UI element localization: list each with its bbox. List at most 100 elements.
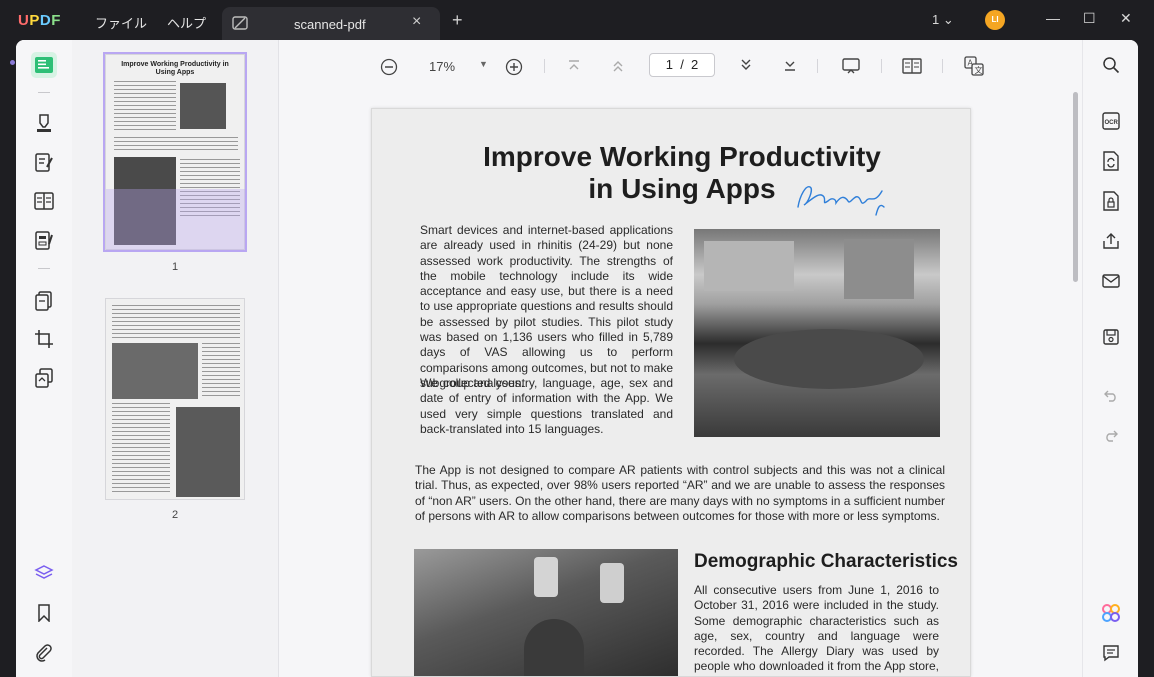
presentation-icon[interactable]	[842, 58, 860, 74]
share-button[interactable]	[1100, 230, 1122, 252]
mail-icon	[1102, 274, 1120, 288]
tab-title: scanned-pdf	[294, 17, 366, 32]
menu-file[interactable]: ファイル	[95, 13, 147, 32]
maximize-button[interactable]: ☐	[1083, 10, 1096, 27]
thumbnail-selection-overlay	[106, 189, 246, 251]
right-tool-rail: OCR	[1082, 40, 1138, 677]
body-paragraph: All consecutive users from June 1, 2016 …	[694, 583, 939, 676]
scanned-doc-icon	[232, 16, 248, 30]
save-icon	[1103, 329, 1119, 345]
first-page-icon[interactable]	[567, 59, 581, 73]
ai-assistant-button[interactable]	[1100, 602, 1122, 624]
redo-icon	[1106, 430, 1118, 442]
comment-icon	[1103, 645, 1119, 662]
lock-document-icon	[1103, 191, 1119, 211]
photo-shelf-detail	[844, 239, 914, 299]
svg-text:A: A	[968, 59, 974, 68]
menu-help[interactable]: ヘルプ	[167, 13, 206, 32]
thumbnail-text-block	[114, 137, 238, 151]
page-thumbnail-1[interactable]: Improve Working Productivity in Using Ap…	[103, 52, 247, 252]
thumbnail-photo	[180, 83, 226, 129]
thumbnail-text-block	[202, 343, 240, 397]
updf-logo: UPDF	[18, 12, 61, 29]
chevron-down-icon: ⌄	[942, 12, 954, 27]
svg-text:OCR: OCR	[1105, 120, 1119, 126]
page-number-input[interactable]: 1 / 2	[649, 53, 715, 77]
tab-close-icon[interactable]: ×	[412, 13, 421, 31]
convert-icon	[1103, 151, 1119, 171]
next-page-icon[interactable]	[739, 58, 753, 72]
zoom-in-icon[interactable]	[505, 58, 523, 76]
redo-button[interactable]	[1100, 424, 1122, 446]
document-tab[interactable]: scanned-pdf ×	[222, 7, 440, 41]
edit-pdf-button[interactable]	[31, 150, 57, 176]
undo-button[interactable]	[1100, 384, 1122, 406]
avatar[interactable]: LI	[985, 10, 1005, 30]
toolbar-divider	[942, 59, 943, 73]
viewer-toolbar: 17% ▼ 1 / 2 A文	[279, 40, 1082, 92]
bookmark-icon	[38, 604, 50, 622]
save-button[interactable]	[1100, 326, 1122, 348]
zoom-out-icon[interactable]	[380, 58, 398, 76]
worker-photo	[414, 549, 678, 676]
body-paragraph: Smart devices and internet-based applica…	[420, 223, 673, 390]
comment-tool-button[interactable]	[31, 110, 57, 136]
thumbnail-text-block	[114, 81, 176, 131]
form-icon	[35, 231, 53, 250]
thumbnail-text-block	[112, 403, 170, 495]
ocr-button[interactable]: OCR	[1100, 110, 1122, 132]
translate-icon[interactable]: A文	[964, 56, 984, 76]
close-window-button[interactable]: ✕	[1120, 10, 1132, 27]
body-paragraph: The App is not designed to compare AR pa…	[415, 463, 945, 523]
thumbnail-page-number: 1	[172, 261, 179, 273]
crop-icon	[35, 330, 53, 348]
rail-divider	[38, 268, 50, 269]
document-viewer: 17% ▼ 1 / 2 A文 Improve Working Productiv…	[279, 40, 1082, 677]
ocr-icon: OCR	[1102, 112, 1120, 130]
status-dot-icon	[10, 60, 15, 65]
bookmark-button[interactable]	[31, 600, 57, 626]
toolbar-divider	[881, 59, 882, 73]
toolbar-divider	[817, 59, 818, 73]
page-thumbnail-2[interactable]	[105, 298, 245, 500]
page-display-icon[interactable]	[902, 58, 922, 74]
thumbnail-photo	[112, 343, 198, 399]
photo-lamp-detail	[534, 557, 558, 597]
form-tool-button[interactable]	[31, 228, 57, 254]
previous-page-icon[interactable]	[611, 59, 625, 73]
attachment-button[interactable]	[31, 640, 57, 666]
organize-pages-button[interactable]	[31, 288, 57, 314]
undo-icon	[1104, 390, 1116, 402]
convert-pdf-button[interactable]	[1100, 150, 1122, 172]
layers-icon	[34, 565, 54, 579]
layers-button[interactable]	[31, 560, 57, 586]
ai-assistant-icon	[1102, 604, 1120, 622]
new-tab-button[interactable]: +	[452, 10, 463, 31]
page-layout-button[interactable]	[31, 188, 57, 214]
vertical-scrollbar[interactable]	[1073, 92, 1078, 282]
last-page-icon[interactable]	[783, 58, 797, 72]
comments-panel-button[interactable]	[1100, 642, 1122, 664]
thumbnail-photo	[176, 407, 240, 497]
thumbnail-text-block	[112, 305, 240, 339]
reader-icon	[35, 57, 53, 73]
photo-table-detail	[734, 329, 924, 389]
protect-button[interactable]	[1100, 190, 1122, 212]
email-button[interactable]	[1100, 270, 1122, 292]
search-button[interactable]	[1100, 54, 1122, 76]
zoom-dropdown-icon[interactable]: ▼	[479, 59, 488, 69]
zoom-level[interactable]: 17%	[429, 59, 455, 74]
left-tool-rail	[16, 40, 72, 677]
share-icon	[1103, 233, 1119, 249]
minimize-button[interactable]: —	[1046, 10, 1060, 26]
two-page-icon	[34, 192, 54, 210]
crop-button[interactable]	[31, 326, 57, 352]
search-icon	[1103, 57, 1120, 74]
window-count-dropdown[interactable]: 1 ⌄	[932, 12, 954, 28]
reader-mode-button[interactable]	[31, 52, 57, 78]
rail-divider	[38, 92, 50, 93]
svg-text:文: 文	[975, 65, 983, 75]
copy-pages-icon	[35, 368, 53, 388]
thumbnail-page-number: 2	[172, 509, 179, 521]
convert-button[interactable]	[31, 365, 57, 391]
